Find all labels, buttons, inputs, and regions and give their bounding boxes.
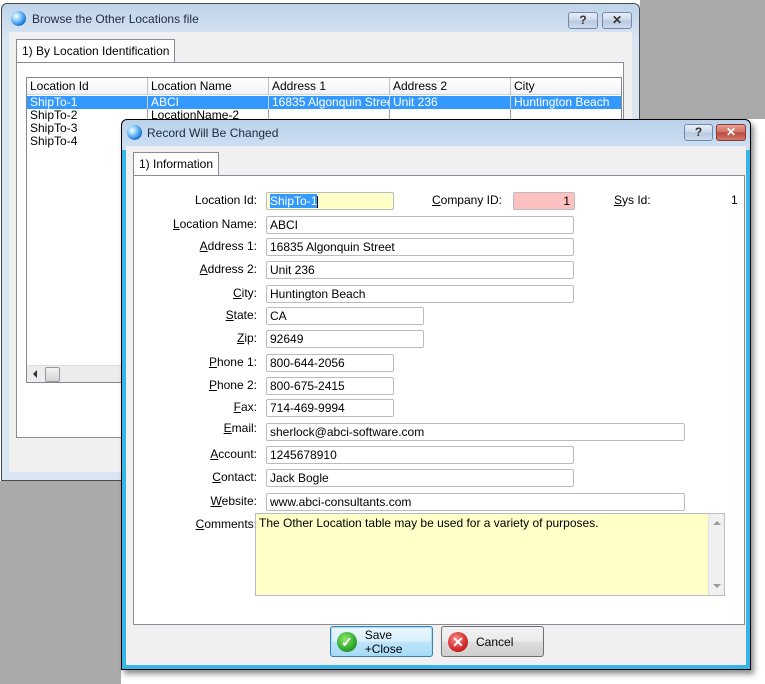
address-2-input[interactable]: Unit 236 <box>266 261 574 279</box>
website-input[interactable]: www.abci-consultants.com <box>266 493 685 511</box>
phone-1-input[interactable]: 800-644-2056 <box>266 354 394 372</box>
location-id-selected-text: ShipTo-1 <box>270 194 318 208</box>
tab-by-location-identification[interactable]: 1) By Location Identification <box>16 39 176 62</box>
cancel-button[interactable]: ✕ Cancel <box>441 626 544 657</box>
location-id-label: Location Id: <box>194 193 257 207</box>
scroll-left-arrow-icon[interactable] <box>33 370 37 378</box>
column-header-city[interactable]: City <box>511 78 621 95</box>
cell-city: Huntington Beach <box>514 96 610 109</box>
zip-input[interactable]: 92649 <box>266 330 424 348</box>
scroll-up-arrow-icon[interactable] <box>713 521 721 525</box>
dialog-client-area: 1) Information Location Id: ShipTo-1 Com… <box>126 146 746 665</box>
app-globe-icon <box>127 125 142 140</box>
address-1-label: Address 1: <box>199 239 257 253</box>
desktop-background <box>0 481 121 684</box>
zip-label: Zip: <box>236 331 257 345</box>
list-header: Location Id Location Name Address 1 Addr… <box>27 78 621 95</box>
comments-label: Comments: <box>195 517 257 531</box>
close-button[interactable]: ✕ <box>716 124 746 141</box>
address-1-input[interactable]: 16835 Algonquin Street <box>266 238 574 256</box>
text-caret <box>317 195 319 208</box>
phone-2-input[interactable]: 800-675-2415 <box>266 377 394 395</box>
location-name-input[interactable]: ABCI <box>266 216 574 234</box>
address-2-label: Address 2: <box>199 262 257 276</box>
record-dialog: Record Will Be Changed ? ✕ 1) Informatio… <box>121 119 751 670</box>
tab-information[interactable]: 1) Information <box>133 152 220 176</box>
phone-2-label: Phone 2: <box>208 378 257 392</box>
company-id-label: Company ID: <box>431 193 502 207</box>
browse-window-title: Browse the Other Locations file <box>32 12 199 26</box>
cell-address-1: 16835 Algonquin Street <box>269 96 390 109</box>
scrollbar-thumb[interactable] <box>45 367 60 382</box>
cancel-x-icon: ✕ <box>448 631 468 652</box>
help-button[interactable]: ? <box>684 124 713 141</box>
location-id-input[interactable]: ShipTo-1 <box>266 192 394 210</box>
cell-location-name: ABCI <box>148 96 269 109</box>
website-label: Website: <box>210 494 257 508</box>
email-label: Email: <box>223 421 257 435</box>
state-input[interactable]: CA <box>266 307 424 325</box>
contact-label: Contact: <box>212 470 257 484</box>
comments-textarea[interactable]: The Other Location table may be used for… <box>255 513 725 596</box>
close-button[interactable]: ✕ <box>602 12 632 29</box>
column-header-location-id[interactable]: Location Id <box>27 78 148 95</box>
sys-id-label: Sys Id: <box>614 193 651 207</box>
desktop-background <box>640 0 765 119</box>
email-input[interactable]: sherlock@abci-software.com <box>266 423 685 441</box>
contact-input[interactable]: Jack Bogle <box>266 469 574 487</box>
fax-label: Fax: <box>233 400 257 414</box>
phone-1-label: Phone 1: <box>208 355 257 369</box>
dialog-titlebar[interactable]: Record Will Be Changed ? ✕ <box>122 120 750 146</box>
cell-address-2: Unit 236 <box>390 96 511 109</box>
app-globe-icon <box>11 11 26 26</box>
column-header-location-name[interactable]: Location Name <box>148 78 269 95</box>
comments-scrollbar[interactable] <box>708 514 724 595</box>
list-row-selected[interactable]: ShipTo-1 ABCI 16835 Algonquin Street Uni… <box>27 96 621 109</box>
column-header-address-2[interactable]: Address 2 <box>390 78 511 95</box>
city-input[interactable]: Huntington Beach <box>266 285 574 303</box>
account-label: Account: <box>210 447 257 461</box>
fax-input[interactable]: 714-469-9994 <box>266 399 394 417</box>
checkmark-icon: ✓ <box>337 631 357 652</box>
cell-location-id: ShipTo-1 <box>27 96 148 109</box>
location-name-label: Location Name: <box>172 217 257 231</box>
save-close-button[interactable]: ✓ Save +Close <box>330 626 433 657</box>
cancel-label: Cancel <box>476 634 514 649</box>
sys-id-value: 1 <box>731 193 738 207</box>
help-button[interactable]: ? <box>568 12 598 29</box>
browse-titlebar[interactable]: Browse the Other Locations file ? ✕ <box>2 4 639 32</box>
scroll-down-arrow-icon[interactable] <box>713 584 721 588</box>
city-label: City: <box>232 286 257 300</box>
save-close-label: Save +Close <box>364 627 403 656</box>
company-id-input[interactable]: 1 <box>513 192 575 210</box>
comments-text: The Other Location table may be used for… <box>259 516 599 530</box>
state-label: State: <box>225 308 257 322</box>
column-header-address-1[interactable]: Address 1 <box>269 78 390 95</box>
account-input[interactable]: 1245678910 <box>266 446 574 464</box>
dialog-title: Record Will Be Changed <box>147 126 279 140</box>
